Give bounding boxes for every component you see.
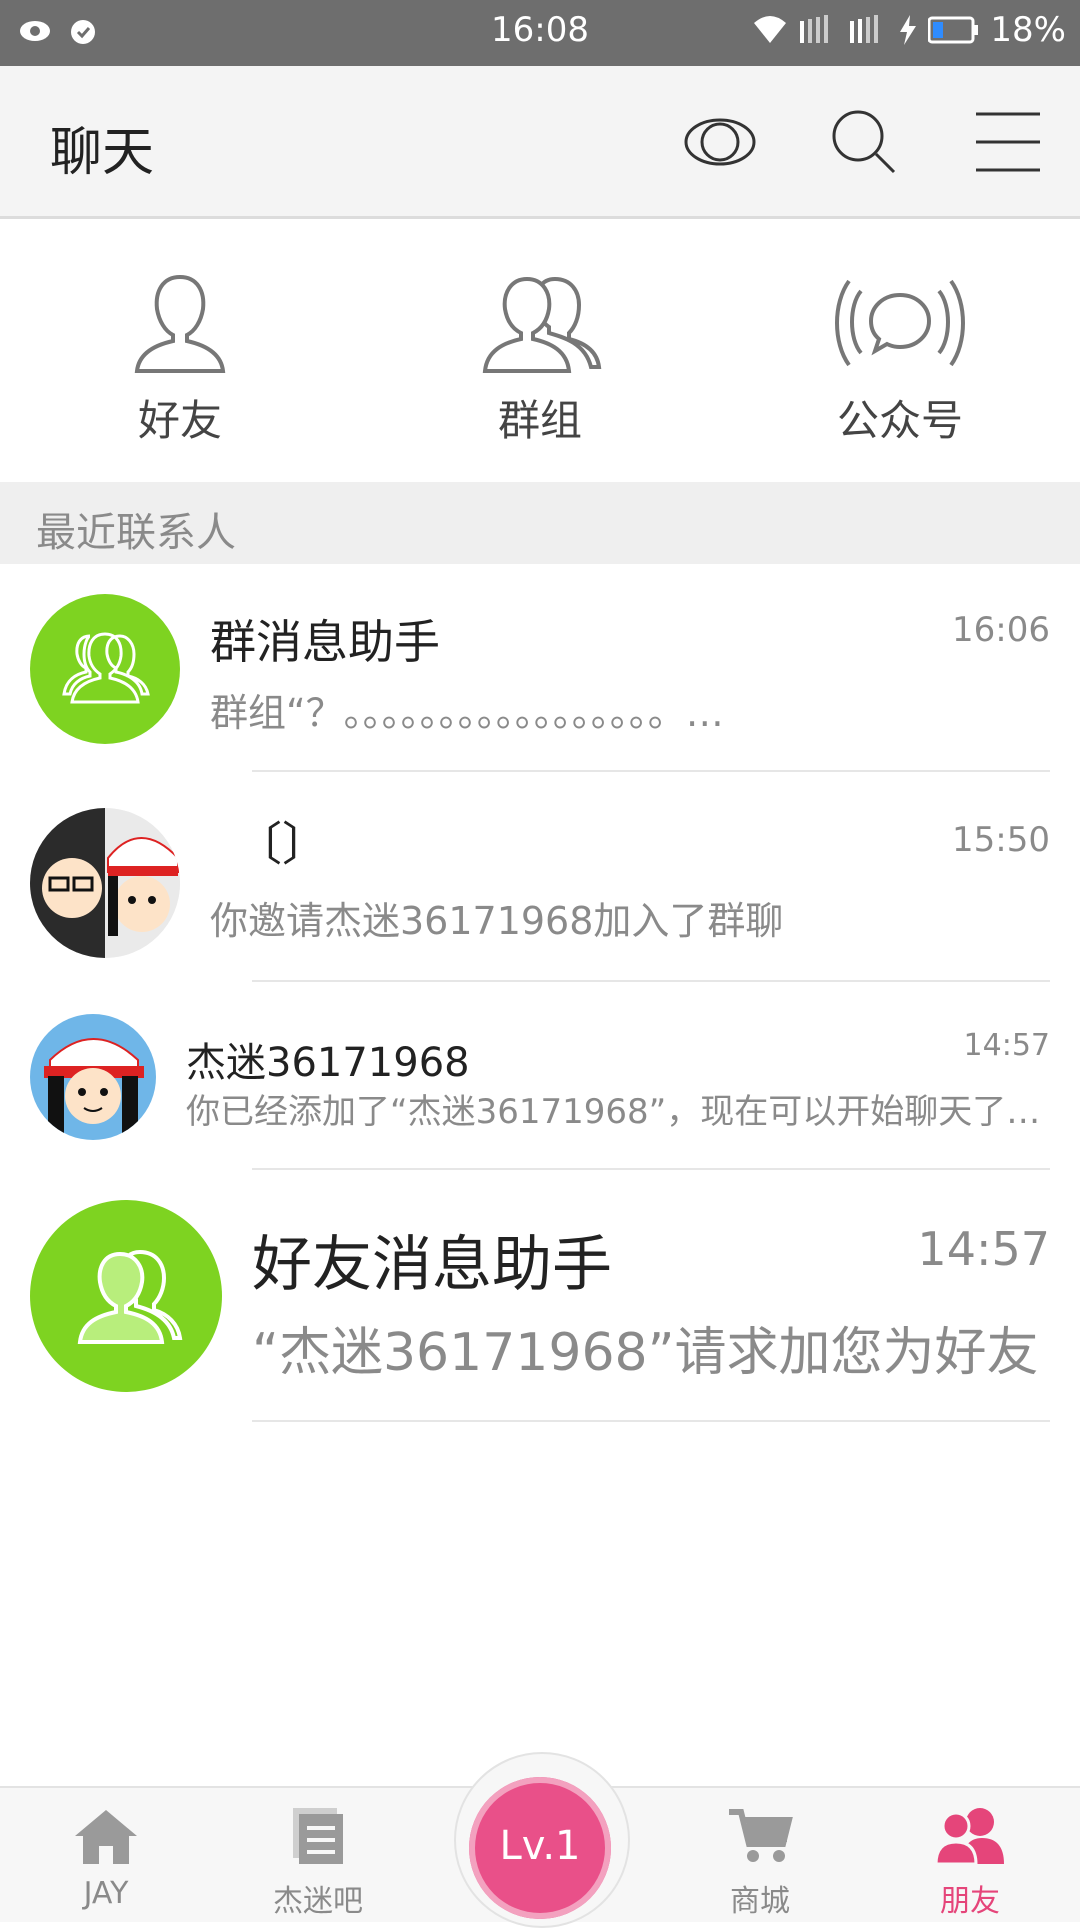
conversation-time: 14:57 bbox=[963, 1028, 1050, 1063]
conversation-name: 杰迷36171968 bbox=[186, 1040, 470, 1086]
conversation-row-friend-assistant[interactable]: 好友消息助手 14:57 “杰迷36171968”请求加您为好友 bbox=[0, 1170, 1080, 1424]
nav-store-label: 商城 bbox=[730, 1884, 790, 1919]
conversation-preview: 你邀请杰迷36171968加入了群聊 bbox=[210, 899, 784, 943]
broadcast-icon bbox=[835, 279, 965, 367]
conversation-preview: “杰迷36171968”请求加您为好友 bbox=[252, 1323, 1039, 1383]
recent-contacts-label: 最近联系人 bbox=[36, 510, 236, 556]
status-bar: 16:08 18% bbox=[0, 0, 1080, 66]
friends-icon bbox=[934, 1808, 1004, 1866]
groups-entry-label: 群组 bbox=[497, 396, 582, 445]
home-icon bbox=[75, 1810, 137, 1864]
groups-entry[interactable]: 群组 bbox=[430, 269, 650, 448]
conversation-time: 14:57 bbox=[917, 1222, 1050, 1276]
row-divider bbox=[252, 1420, 1050, 1422]
conversation-name: 〔〕 bbox=[236, 817, 328, 871]
menu-icon[interactable] bbox=[968, 102, 1048, 182]
friends-entry-label: 好友 bbox=[137, 396, 222, 445]
nav-friends[interactable]: 朋友 bbox=[880, 1806, 1060, 1920]
signal-2-icon bbox=[850, 15, 879, 43]
nav-store[interactable]: 商城 bbox=[670, 1806, 850, 1920]
friends-entry[interactable]: 好友 bbox=[70, 269, 290, 448]
wifi-icon bbox=[754, 16, 787, 43]
group-avatar-icon bbox=[62, 632, 150, 704]
conversation-row-contact[interactable]: 杰迷36171968 14:57 你已经添加了“杰迷36171968”，现在可以… bbox=[0, 982, 1080, 1170]
conversation-preview: 你已经添加了“杰迷36171968”，现在可以开始聊天了… bbox=[186, 1092, 1041, 1132]
charging-icon bbox=[900, 15, 917, 45]
person-icon bbox=[134, 274, 226, 373]
status-right-icons: 18% bbox=[752, 10, 1066, 50]
search-icon[interactable] bbox=[824, 102, 904, 182]
group-chat-avatar bbox=[30, 808, 180, 958]
conversation-time: 15:50 bbox=[952, 820, 1050, 860]
quick-entries: 好友 群组 公众号 bbox=[0, 219, 1080, 482]
level-button[interactable]: Lv.1 bbox=[469, 1777, 611, 1919]
nav-friends-label: 朋友 bbox=[940, 1884, 1000, 1919]
level-label: Lv.1 bbox=[499, 1823, 581, 1869]
nav-jay-label: JAY bbox=[83, 1876, 129, 1911]
friend-assistant-avatar bbox=[30, 1200, 222, 1392]
nav-fan-forum-label: 杰迷吧 bbox=[273, 1884, 363, 1919]
battery-percent: 18% bbox=[990, 10, 1066, 50]
page-title: 聊天 bbox=[50, 123, 155, 183]
eye-icon[interactable] bbox=[680, 102, 760, 182]
cart-icon bbox=[729, 1809, 793, 1862]
official-accounts-entry[interactable]: 公众号 bbox=[790, 269, 1010, 448]
document-icon bbox=[293, 1808, 343, 1864]
friend-avatar-icon bbox=[77, 1249, 183, 1344]
nav-fan-forum[interactable]: 杰迷吧 bbox=[228, 1806, 408, 1920]
conversation-row-group-assistant[interactable]: 群消息助手 16:06 群组“？。。。。。。。。。。。。。。。。。… bbox=[0, 566, 1080, 772]
nav-jay[interactable]: JAY bbox=[16, 1806, 196, 1911]
battery-icon bbox=[928, 16, 979, 44]
official-accounts-entry-label: 公众号 bbox=[836, 396, 963, 445]
cartoon-avatar-pair-icon bbox=[30, 808, 180, 958]
conversation-time: 16:06 bbox=[952, 610, 1050, 650]
conversation-name: 好友消息助手 bbox=[252, 1230, 612, 1300]
group-assistant-avatar bbox=[30, 594, 180, 744]
signal-1-icon bbox=[800, 15, 829, 43]
conversation-row-group-chat[interactable]: 〔〕 15:50 你邀请杰迷36171968加入了群聊 bbox=[0, 772, 1080, 982]
contact-avatar bbox=[30, 1014, 156, 1140]
recent-contacts-header: 最近联系人 bbox=[0, 482, 1080, 564]
conversation-preview: 群组“？。。。。。。。。。。。。。。。。。… bbox=[210, 691, 724, 735]
app-header: 聊天 bbox=[0, 66, 1080, 219]
conversation-name: 群消息助手 bbox=[210, 615, 440, 669]
cartoon-avatar-icon bbox=[44, 1038, 144, 1136]
group-icon bbox=[482, 276, 602, 373]
